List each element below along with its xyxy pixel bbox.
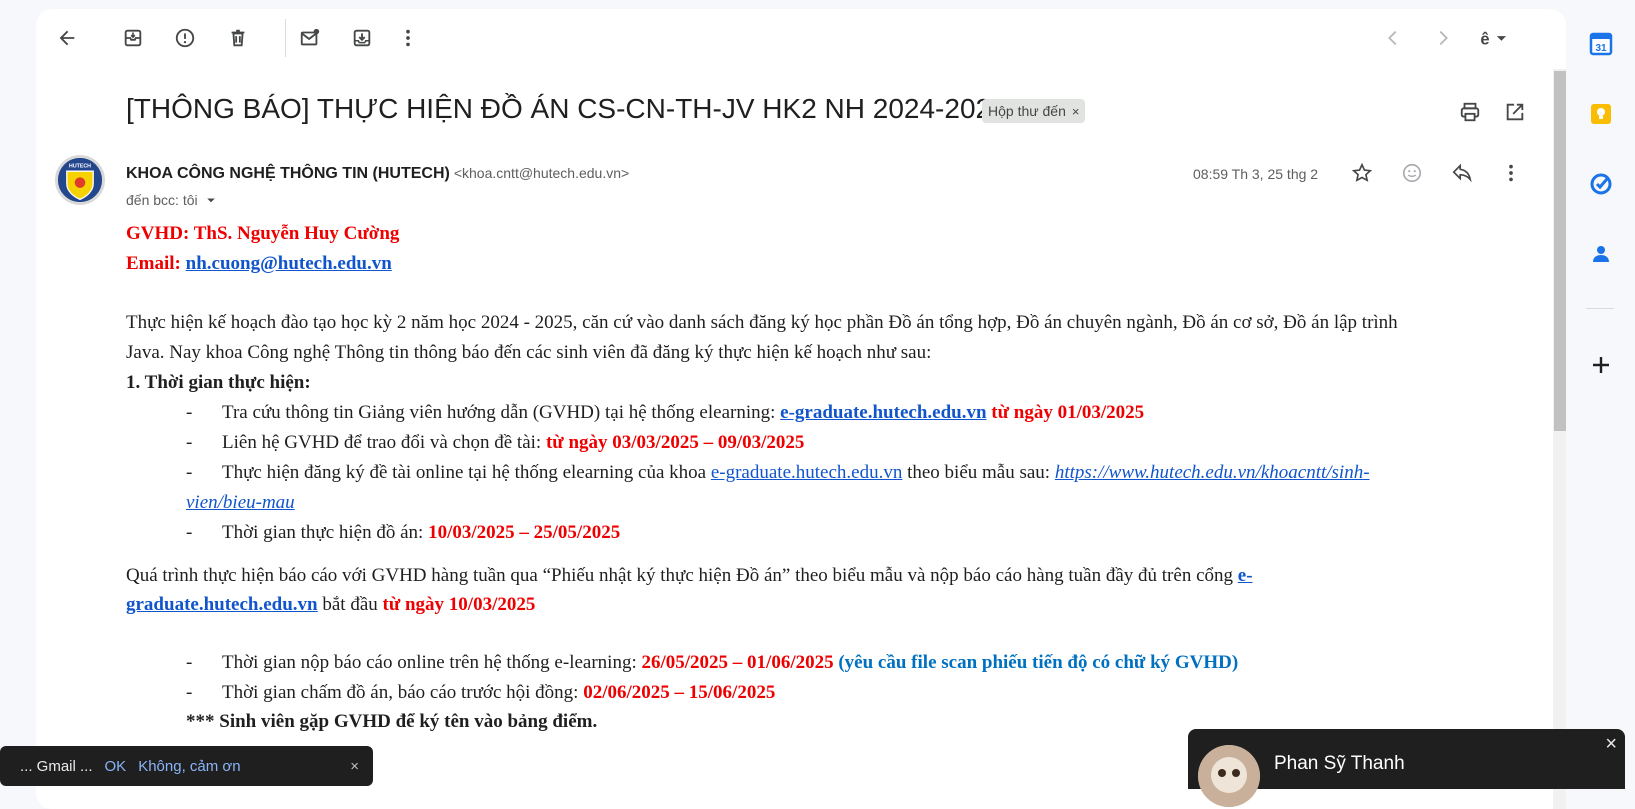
bullet-note: (yêu cầu file scan phiếu tiến độ có chữ … bbox=[833, 652, 1239, 673]
bullet-dash: - bbox=[186, 652, 193, 673]
scrollbar-thumb[interactable] bbox=[1554, 71, 1566, 431]
egraduate-link[interactable]: e-graduate.hutech.edu.vn bbox=[711, 462, 903, 483]
bullet-continuation: vien/bieu-mau bbox=[186, 488, 295, 518]
intro-line-2: Java. Nay khoa Công nghệ Thông tin thông… bbox=[126, 342, 932, 363]
open-new-window-icon[interactable] bbox=[1500, 97, 1530, 127]
keep-icon[interactable] bbox=[1588, 101, 1614, 127]
report-line-1: Quá trình thực hiện báo cáo với GVHD hàn… bbox=[126, 561, 1253, 591]
bullet-item: - Tra cứu thông tin Giảng viên hướng dẫn … bbox=[186, 398, 1144, 428]
bullet-text: Thời gian thực hiện đồ án: bbox=[222, 522, 429, 543]
recipients-line[interactable]: đến bcc: tôi bbox=[126, 191, 220, 209]
message-datetime: 08:59 Th 3, 25 thg 2 bbox=[1193, 166, 1319, 182]
snackbar-dismiss-button[interactable]: Không, cảm ơn bbox=[138, 758, 240, 775]
delete-icon[interactable] bbox=[218, 18, 258, 58]
prev-icon[interactable] bbox=[1373, 18, 1413, 58]
chat-contact-name: Phan Sỹ Thanh bbox=[1274, 753, 1405, 774]
gvhd-line: GVHD: ThS. Nguyễn Huy Cường bbox=[126, 223, 400, 244]
report-text: bắt đầu bbox=[317, 594, 383, 615]
bullet-dash: - bbox=[186, 462, 193, 483]
next-icon[interactable] bbox=[1423, 18, 1463, 58]
remove-label-icon[interactable]: × bbox=[1072, 104, 1080, 119]
bullet-item: - Thời gian chấm đồ án, báo cáo trước hội… bbox=[186, 678, 775, 708]
snackbar-text: ... Gmail ... bbox=[20, 757, 93, 775]
sender-display-name: KHOA CÔNG NGHỆ THÔNG TIN (HUTECH) bbox=[126, 165, 450, 182]
bullet-date: 10/03/2025 – 25/05/2025 bbox=[428, 522, 621, 543]
label-text: Hộp thư đến bbox=[988, 103, 1066, 119]
close-icon[interactable]: × bbox=[350, 758, 359, 775]
svg-text:ê: ê bbox=[1480, 30, 1489, 48]
bullet-date: từ ngày 03/03/2025 – 09/03/2025 bbox=[545, 432, 805, 453]
emoji-reaction-icon[interactable] bbox=[1398, 159, 1426, 187]
mark-unread-icon[interactable] bbox=[290, 18, 330, 58]
calendar-icon[interactable]: 31 bbox=[1588, 31, 1614, 57]
bullet-item: - Thực hiện đăng ký đề tài online tại hệ … bbox=[186, 458, 1370, 488]
email-label: Email: bbox=[126, 253, 186, 274]
sender-avatar[interactable]: HUTECH bbox=[55, 155, 105, 205]
bullet-text: Tra cứu thông tin Giảng viên hướng dẫn (… bbox=[222, 402, 781, 423]
bieu-mau-link[interactable]: vien/bieu-mau bbox=[186, 492, 295, 513]
bullet-text: theo biểu mẫu sau: bbox=[902, 462, 1055, 483]
star-icon[interactable] bbox=[1348, 159, 1376, 187]
intro-line-1: Thực hiện kế hoạch đào tạo học kỳ 2 năm … bbox=[126, 312, 1398, 333]
bullet-text: Thời gian chấm đồ án, báo cáo trước hội … bbox=[222, 682, 584, 703]
egraduate-link[interactable]: e- bbox=[1238, 565, 1253, 586]
bullet-text: Thực hiện đăng ký đề tài online tại hệ t… bbox=[222, 462, 711, 483]
chevron-down-icon[interactable] bbox=[202, 191, 220, 209]
bullet-item: - Liên hệ GVHD để trao đổi và chọn đề tài… bbox=[186, 428, 804, 458]
report-date: từ ngày 10/03/2025 bbox=[382, 594, 536, 615]
bullet-dash: - bbox=[186, 682, 193, 703]
sender-email: <khoa.cntt@hutech.edu.vn> bbox=[453, 165, 630, 181]
email-view: ê [THÔNG BÁO] THỰC HIỆN ĐỒ ÁN CS-CN-TH-J… bbox=[36, 9, 1566, 809]
egraduate-link[interactable]: e-graduate.hutech.edu.vn bbox=[780, 402, 986, 423]
bullet-date: từ ngày 01/03/2025 bbox=[986, 402, 1145, 423]
bullet-text: Thời gian nộp báo cáo online trên hệ thố… bbox=[222, 652, 642, 673]
bullet-item: - Thời gian thực hiện đồ án: 10/03/2025 –… bbox=[186, 518, 620, 548]
bullet-dash: - bbox=[186, 522, 193, 543]
report-spam-icon[interactable] bbox=[165, 18, 205, 58]
snackbar: ... Gmail ... OK Không, cảm ơn × bbox=[0, 746, 373, 786]
signature-note: *** Sinh viên gặp GVHD để ký tên vào bản… bbox=[186, 711, 598, 732]
contacts-icon[interactable] bbox=[1588, 241, 1614, 267]
bullet-text: Liên hệ GVHD để trao đổi và chọn đề tài: bbox=[222, 432, 546, 453]
bullet-dash: - bbox=[186, 432, 193, 453]
toolbar-divider bbox=[285, 19, 286, 57]
svg-text:HUTECH: HUTECH bbox=[69, 164, 91, 170]
report-line-2: graduate.hutech.edu.vn bắt đầu từ ngày 1… bbox=[126, 590, 535, 620]
calendar-day: 31 bbox=[1595, 43, 1607, 54]
bullet-dash: - bbox=[186, 402, 193, 423]
section-heading: 1. Thời gian thực hiện: bbox=[126, 372, 311, 393]
sender-name: KHOA CÔNG NGHỆ THÔNG TIN (HUTECH) <khoa.c… bbox=[126, 165, 629, 183]
bullet-date: 02/06/2025 – 15/06/2025 bbox=[583, 682, 776, 703]
tasks-icon[interactable] bbox=[1588, 171, 1614, 197]
close-icon[interactable]: × bbox=[1605, 733, 1617, 756]
side-panel: 31 bbox=[1566, 0, 1635, 775]
chat-popup[interactable]: Phan Sỹ Thanh × bbox=[1188, 729, 1625, 807]
left-edge-marks bbox=[0, 0, 6, 775]
add-addon-icon[interactable] bbox=[1588, 352, 1614, 378]
bieu-mau-link[interactable]: https://www.hutech.edu.vn/khoacntt/sinh- bbox=[1055, 462, 1370, 483]
reply-icon[interactable] bbox=[1448, 159, 1476, 187]
egraduate-link[interactable]: graduate.hutech.edu.vn bbox=[126, 594, 318, 615]
more-vert-icon[interactable] bbox=[388, 18, 428, 58]
email-subject: [THÔNG BÁO] THỰC HIỆN ĐỒ ÁN CS-CN-TH-JV … bbox=[126, 93, 1007, 124]
bullet-item: - Thời gian nộp báo cáo online trên hệ th… bbox=[186, 648, 1238, 678]
report-text: Quá trình thực hiện báo cáo với GVHD hàn… bbox=[126, 565, 1238, 586]
gvhd-email-link[interactable]: nh.cuong@hutech.edu.vn bbox=[186, 253, 392, 274]
recipients-text: đến bcc: tôi bbox=[126, 192, 198, 208]
snackbar-ok-button[interactable]: OK bbox=[105, 758, 127, 775]
back-arrow-icon[interactable] bbox=[47, 18, 87, 58]
email-line: Email: nh.cuong@hutech.edu.vn bbox=[126, 249, 392, 279]
chat-avatar bbox=[1198, 745, 1260, 807]
input-tools-icon[interactable]: ê bbox=[1470, 18, 1520, 58]
side-panel-divider bbox=[1586, 308, 1614, 309]
print-icon[interactable] bbox=[1455, 97, 1485, 127]
inbox-label-chip[interactable]: Hộp thư đến × bbox=[982, 99, 1086, 123]
email-toolbar: ê bbox=[36, 9, 1566, 69]
move-to-icon[interactable] bbox=[342, 18, 382, 58]
archive-icon[interactable] bbox=[113, 18, 153, 58]
message-more-icon[interactable] bbox=[1497, 159, 1525, 187]
bullet-date: 26/05/2025 – 01/06/2025 bbox=[641, 652, 834, 673]
